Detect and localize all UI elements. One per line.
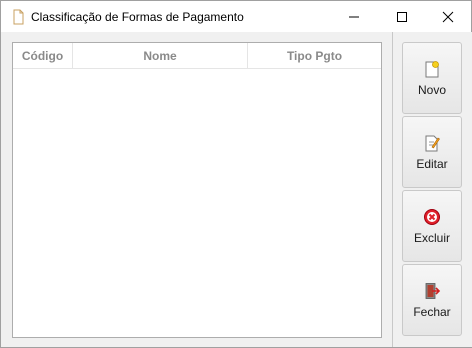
window-title: Classificação de Formas de Pagamento <box>31 9 244 24</box>
excluir-button[interactable]: Excluir <box>402 190 462 262</box>
column-header-codigo[interactable]: Código <box>13 43 73 68</box>
novo-label: Novo <box>417 82 446 97</box>
editar-label: Editar <box>416 156 448 171</box>
delete-icon <box>424 208 440 225</box>
title-bar[interactable]: Classificação de Formas de Pagamento <box>1 1 471 32</box>
column-header-tipo-pgto[interactable]: Tipo Pgto <box>248 43 381 68</box>
novo-button[interactable]: Novo <box>402 42 462 114</box>
editar-button[interactable]: Editar <box>402 116 462 188</box>
fechar-label: Fechar <box>413 304 451 319</box>
minimize-icon <box>349 16 359 17</box>
new-document-icon <box>425 60 439 77</box>
minimize-button[interactable] <box>331 1 377 32</box>
close-button[interactable] <box>425 1 471 32</box>
table-header: Código Nome Tipo Pgto <box>13 43 381 69</box>
document-icon <box>11 9 25 25</box>
maximize-icon <box>397 11 407 22</box>
app-window: Classificação de Formas de Pagamento Cód… <box>0 0 472 348</box>
excluir-label: Excluir <box>413 230 450 245</box>
client-area: Código Nome Tipo Pgto Novo Editar Exclui… <box>1 32 472 347</box>
column-header-nome[interactable]: Nome <box>73 43 248 68</box>
fechar-button[interactable]: Fechar <box>402 264 462 336</box>
payment-methods-table[interactable]: Código Nome Tipo Pgto <box>12 42 382 338</box>
edit-document-icon <box>425 135 440 151</box>
action-sidebar: Novo Editar Excluir Fechar <box>392 32 472 347</box>
close-icon <box>442 11 454 22</box>
exit-door-icon <box>425 282 441 299</box>
maximize-button[interactable] <box>379 1 425 32</box>
